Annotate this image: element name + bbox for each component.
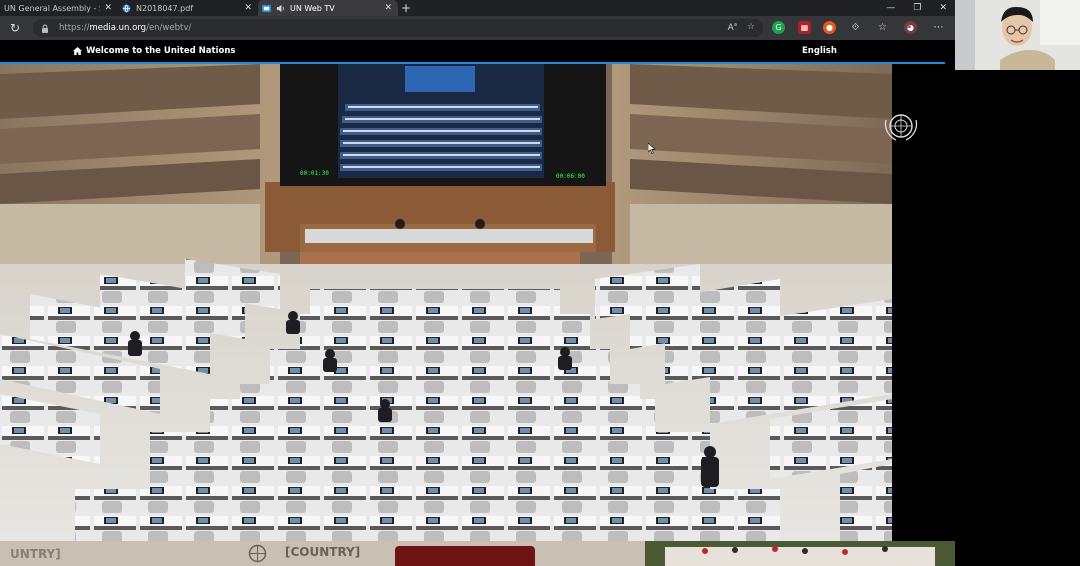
- favorite-star-icon[interactable]: ☆: [747, 22, 755, 33]
- close-window-icon[interactable]: ✕: [939, 3, 947, 13]
- more-menu-icon[interactable]: ⋯: [932, 21, 945, 34]
- close-tab-icon[interactable]: ✕: [104, 3, 112, 13]
- close-tab-icon[interactable]: ✕: [244, 3, 252, 13]
- un-site-header: Welcome to the United Nations English: [0, 40, 945, 64]
- assembly-hall-scene: 00:01:30 00:06:00: [0, 64, 892, 541]
- tab-label: UN General Assembly - Schedule: [4, 3, 100, 13]
- window-controls: — ❐ ✕: [886, 0, 947, 16]
- browser-toolbar: ↻ https://media.un.org/en/webtv/ Aa ☆ G …: [0, 16, 955, 40]
- tab-pdf[interactable]: N2018047.pdf ✕: [118, 0, 258, 16]
- gallery-scene: [645, 541, 955, 566]
- extension-fox-icon[interactable]: ●: [823, 21, 836, 34]
- new-tab-button[interactable]: +: [398, 0, 414, 16]
- mouse-cursor-icon: [648, 143, 656, 154]
- lock-icon[interactable]: [41, 24, 49, 33]
- reload-icon[interactable]: ↻: [10, 22, 22, 34]
- webcam-overlay: [955, 0, 1080, 70]
- address-bar-tools: Aa ☆: [728, 22, 755, 33]
- video-player[interactable]: 00:01:30 00:06:00: [0, 64, 892, 541]
- tab-un-general-assembly[interactable]: UN General Assembly - Schedule ✕: [0, 0, 118, 16]
- tab-label: UN Web TV: [290, 3, 335, 13]
- extension-tiles-icon[interactable]: ▦: [798, 21, 811, 34]
- red-desk-panel: [395, 546, 535, 566]
- extensions-icon[interactable]: ⟐: [849, 21, 862, 34]
- bottom-video-strip: UNTRY] [COUNTRY]: [0, 541, 955, 566]
- favorites-collection-icon[interactable]: ☆: [876, 21, 889, 34]
- browser-tabbar: UN General Assembly - Schedule ✕ N201804…: [0, 0, 955, 16]
- un-web-tv-icon: [262, 4, 271, 12]
- home-icon: [73, 47, 82, 55]
- language-selector[interactable]: English: [802, 46, 837, 56]
- screen-time-left: 00:01:30: [300, 170, 329, 177]
- speaker-icon[interactable]: [276, 4, 285, 13]
- page-scrollbar-track[interactable]: [945, 40, 955, 541]
- tab-un-web-tv[interactable]: UN Web TV ✕: [258, 0, 398, 16]
- webcam-person: [955, 0, 1080, 70]
- placard-right: [COUNTRY]: [285, 545, 361, 559]
- welcome-link[interactable]: Welcome to the United Nations: [73, 46, 235, 56]
- url-text: https://media.un.org/en/webtv/: [59, 23, 191, 33]
- minimize-icon[interactable]: —: [886, 3, 895, 13]
- webcam-background: [955, 70, 1080, 566]
- close-tab-icon[interactable]: ✕: [384, 3, 392, 13]
- screen-time-right: 00:06:00: [556, 173, 585, 180]
- extension-grammarly-icon[interactable]: G: [772, 21, 785, 34]
- profile-avatar-icon[interactable]: ◕: [904, 21, 917, 34]
- globe-icon: [122, 4, 131, 12]
- restore-icon[interactable]: ❐: [913, 3, 921, 13]
- address-bar[interactable]: https://media.un.org/en/webtv/ Aa ☆: [33, 19, 763, 37]
- un-emblem-icon: [884, 114, 918, 141]
- un-emblem-small-icon: [248, 544, 267, 563]
- url-path: /en/webtv/: [146, 23, 192, 33]
- placard-left: UNTRY]: [10, 547, 61, 561]
- read-aloud-icon[interactable]: Aa: [728, 22, 737, 33]
- tab-label: N2018047.pdf: [136, 3, 194, 13]
- url-host: media.un.org: [89, 23, 147, 33]
- gallery-thumbnail: [645, 541, 955, 566]
- welcome-text: Welcome to the United Nations: [86, 46, 236, 56]
- url-prefix: https://: [59, 23, 90, 33]
